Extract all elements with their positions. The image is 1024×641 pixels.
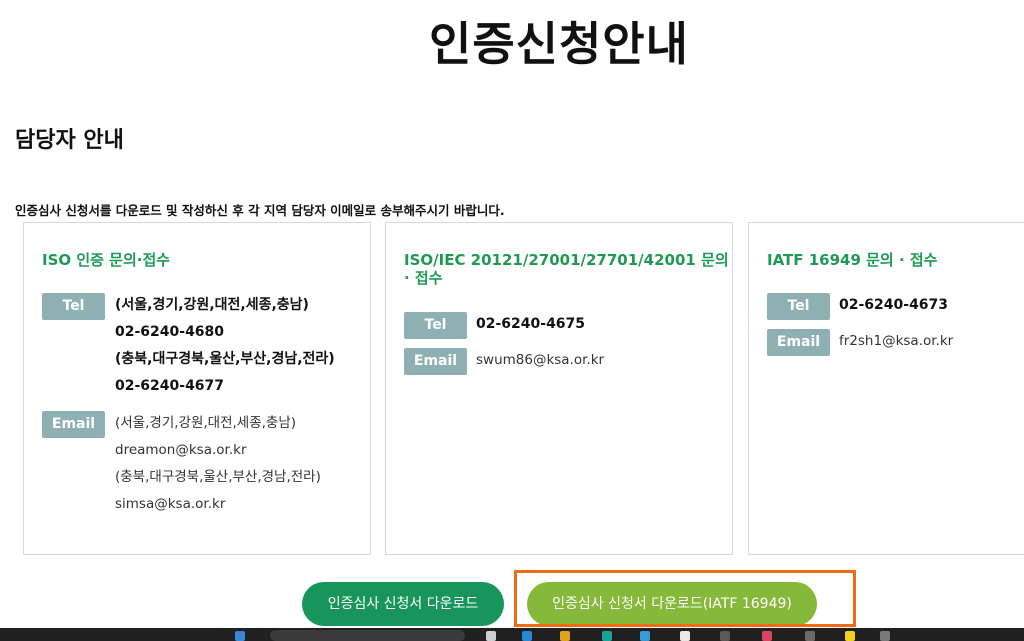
email-region-2: (충북,대구경북,울산,부산,경남,전라) xyxy=(115,469,321,485)
instruction-text: 인증심사 신청서를 다운로드 및 작성하신 후 각 지역 담당자 이메일로 송부… xyxy=(15,203,505,218)
app-icon[interactable] xyxy=(845,631,855,641)
taskbar xyxy=(0,628,1024,641)
download-application-button[interactable]: 인증심사 신청서 다운로드 xyxy=(302,582,504,626)
card-title: ISO 인증 문의·접수 xyxy=(42,251,171,269)
section-title: 담당자 안내 xyxy=(15,128,124,153)
app-icon[interactable] xyxy=(720,631,730,641)
highlight-box xyxy=(514,570,856,627)
app-icon[interactable] xyxy=(602,631,612,641)
contact-card-iatf: IATF 16949 문의 · 접수 Tel 02-6240-4673 Emai… xyxy=(748,222,1024,555)
app-icon[interactable] xyxy=(762,631,772,641)
card-title-line2: · 접수 xyxy=(404,269,443,287)
contact-card-iso: ISO 인증 문의·접수 Tel (서울,경기,강원,대전,세종,충남) 02-… xyxy=(23,222,371,555)
windows-start-icon[interactable] xyxy=(235,631,245,641)
contact-card-iso-iec: ISO/IEC 20121/27001/27701/42001 문의 · 접수 … xyxy=(385,222,733,555)
card-title-line1: ISO/IEC 20121/27001/27701/42001 문의 xyxy=(404,251,729,269)
app-icon[interactable] xyxy=(880,631,890,641)
card-title: IATF 16949 문의 · 접수 xyxy=(767,251,938,269)
tel-badge: Tel xyxy=(42,293,105,320)
tel-badge: Tel xyxy=(767,293,830,320)
app-icon[interactable] xyxy=(805,631,815,641)
tel-number-1[interactable]: 02-6240-4680 xyxy=(115,323,224,341)
app-icon[interactable] xyxy=(680,631,690,641)
email-badge: Email xyxy=(767,329,830,356)
tel-region-2: (충북,대구경북,울산,부산,경남,전라) xyxy=(115,351,335,367)
email-address[interactable]: swum86@ksa.or.kr xyxy=(476,351,604,369)
tel-badge: Tel xyxy=(404,312,467,339)
app-icon[interactable] xyxy=(640,631,650,641)
email-address-2[interactable]: simsa@ksa.or.kr xyxy=(115,495,225,513)
email-badge: Email xyxy=(404,348,467,375)
email-address[interactable]: fr2sh1@ksa.or.kr xyxy=(839,332,953,350)
tel-number[interactable]: 02-6240-4673 xyxy=(839,296,948,314)
tel-number-2[interactable]: 02-6240-4677 xyxy=(115,377,224,395)
page-title: 인증신청안내 xyxy=(429,17,689,71)
taskbar-search-box[interactable] xyxy=(270,630,465,641)
app-icon[interactable] xyxy=(522,631,532,641)
tel-region-1: (서울,경기,강원,대전,세종,충남) xyxy=(115,297,309,313)
app-icon[interactable] xyxy=(560,631,570,641)
email-address-1[interactable]: dreamon@ksa.or.kr xyxy=(115,441,247,459)
task-view-icon[interactable] xyxy=(486,631,496,641)
tel-number[interactable]: 02-6240-4675 xyxy=(476,315,585,333)
email-region-1: (서울,경기,강원,대전,세종,충남) xyxy=(115,415,297,431)
email-badge: Email xyxy=(42,411,105,438)
